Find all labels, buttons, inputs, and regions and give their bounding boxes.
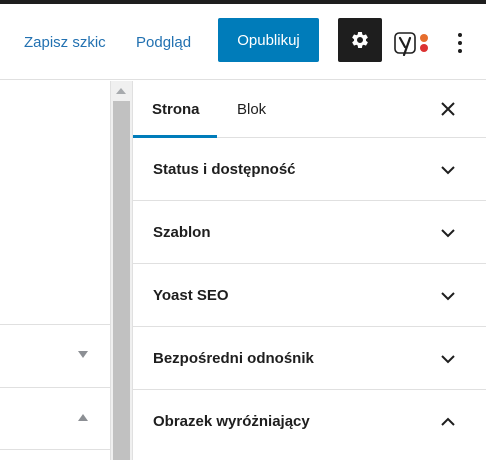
dot <box>458 33 462 37</box>
dot <box>458 41 462 45</box>
collapsed-row[interactable] <box>0 324 110 387</box>
sidebar-tabs: Strona Blok <box>133 81 486 138</box>
expanded-row[interactable] <box>0 387 110 450</box>
scrollbar[interactable] <box>110 81 132 460</box>
scroll-up-arrow-icon[interactable] <box>116 88 126 94</box>
panel-title: Obrazek wyróżniający <box>153 413 310 430</box>
more-options-button[interactable] <box>450 31 470 55</box>
panel-title: Yoast SEO <box>153 286 229 304</box>
close-icon <box>441 102 455 116</box>
save-draft-button[interactable]: Zapisz szkic <box>24 34 106 52</box>
editor-canvas <box>0 81 110 460</box>
scrollbar-thumb[interactable] <box>113 101 130 460</box>
yoast-seo-icon <box>394 32 428 57</box>
panel-template[interactable]: Szablon <box>133 201 486 264</box>
panel-featured-image[interactable]: Obrazek wyróżniający <box>133 390 486 453</box>
chevron-down-icon <box>441 355 455 364</box>
yoast-seo-button[interactable] <box>393 30 433 57</box>
panel-title: Szablon <box>153 223 211 241</box>
chevron-down-icon <box>441 229 455 238</box>
panel-status-visibility[interactable]: Status i dostępność <box>133 138 486 201</box>
panel-yoast-seo[interactable]: Yoast SEO <box>133 264 486 327</box>
close-sidebar-button[interactable] <box>438 99 458 119</box>
tab-page[interactable]: Strona <box>133 81 217 138</box>
chevron-down-icon <box>441 292 455 301</box>
chevron-up-icon <box>441 417 455 426</box>
panel-title: Status i dostępność <box>153 160 296 178</box>
panel-permalink[interactable]: Bezpośredni odnośnik <box>133 327 486 390</box>
gear-icon <box>352 31 368 48</box>
publish-button[interactable]: Opublikuj <box>218 18 319 62</box>
caret-down-icon[interactable] <box>78 351 88 358</box>
editor-header: Zapisz szkic Podgląd Opublikuj <box>0 4 486 80</box>
settings-button[interactable] <box>338 18 382 62</box>
caret-up-icon[interactable] <box>78 414 88 421</box>
panel-title: Bezpośredni odnośnik <box>153 349 314 367</box>
preview-button[interactable]: Podgląd <box>136 34 191 52</box>
settings-sidebar: Strona Blok Status i dostępność Szablon … <box>132 81 486 460</box>
dot <box>458 49 462 53</box>
chevron-down-icon <box>441 166 455 175</box>
tab-block[interactable]: Blok <box>237 81 266 137</box>
